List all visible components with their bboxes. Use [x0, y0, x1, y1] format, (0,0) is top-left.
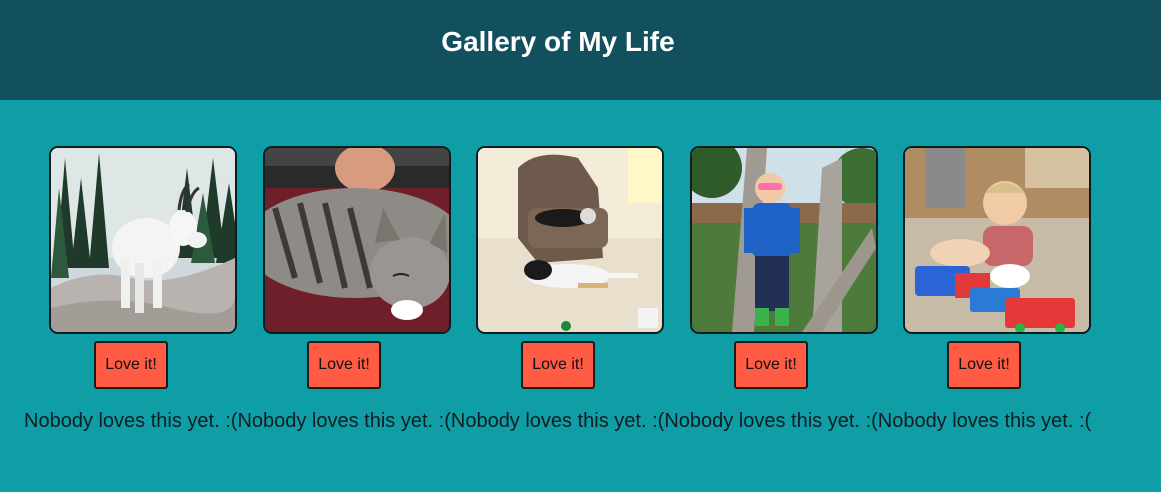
page-header: Gallery of My Life: [0, 0, 1161, 100]
photo-card-child-tree: [690, 146, 878, 334]
love-button-dogs[interactable]: Love it!: [521, 341, 595, 389]
love-status-row: Nobody loves this yet. :(Nobody loves th…: [24, 409, 1091, 433]
goat-photo: [51, 148, 235, 332]
photo-card-dogs: [476, 146, 664, 334]
love-button-toddler[interactable]: Love it!: [947, 341, 1021, 389]
love-status-child-tree: Nobody loves this yet. :(: [664, 410, 878, 432]
toddler-photo: [905, 148, 1089, 332]
love-status-dogs: Nobody loves this yet. :(: [450, 410, 665, 432]
love-status-goat: Nobody loves this yet. :(: [24, 410, 238, 432]
child-tree-photo: [692, 148, 876, 332]
love-status-cat: Nobody loves this yet. :(: [237, 410, 451, 432]
page-title: Gallery of My Life: [441, 26, 675, 57]
photo-card-goat: [49, 146, 237, 334]
dogs-photo: [478, 148, 662, 332]
photo-card-cat: [263, 146, 451, 334]
photo-card-toddler: [903, 146, 1091, 334]
love-button-goat[interactable]: Love it!: [94, 341, 168, 389]
love-button-cat[interactable]: Love it!: [307, 341, 381, 389]
cat-photo: [265, 148, 449, 332]
love-status-toddler: Nobody loves this yet. :(: [877, 410, 1092, 432]
love-button-child-tree[interactable]: Love it!: [734, 341, 808, 389]
